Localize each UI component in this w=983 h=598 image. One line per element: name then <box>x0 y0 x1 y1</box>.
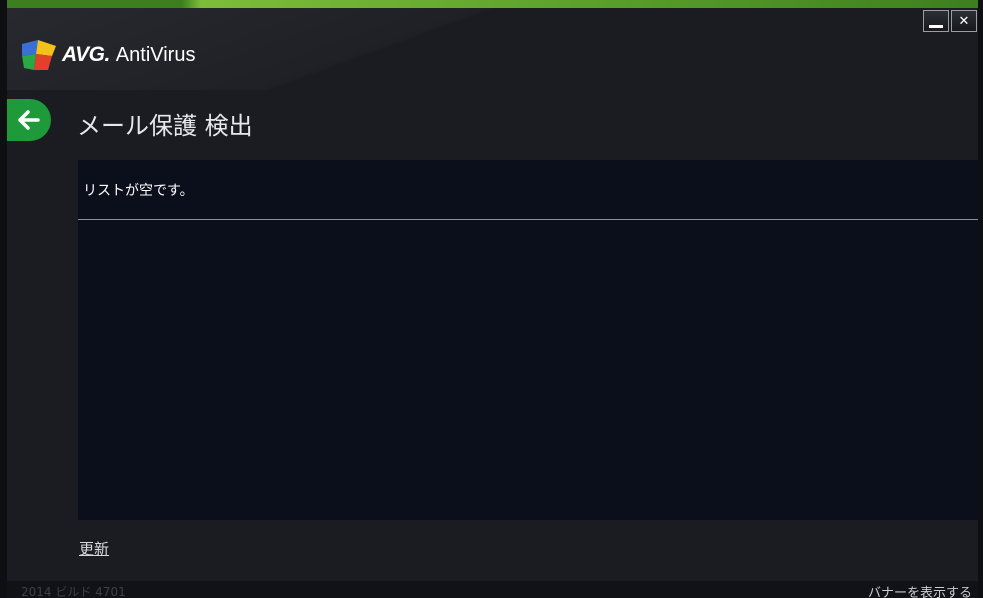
app-logo: AVG. AntiVirus <box>22 40 195 70</box>
product-name: AntiVirus <box>115 43 196 66</box>
build-info: 2014 ビルド 4701 <box>21 585 126 598</box>
back-button[interactable] <box>7 99 51 141</box>
list-empty-row: リストが空です。 <box>78 160 978 220</box>
close-icon: ✕ <box>958 13 970 29</box>
show-banner-link[interactable]: バナーを表示する <box>868 582 972 598</box>
empty-list-message: リストが空です。 <box>83 182 194 199</box>
arrow-left-icon <box>18 110 40 130</box>
page-title: メール保護 検出 <box>77 112 253 140</box>
top-accent-bar <box>7 0 978 8</box>
app-window: AVG. AntiVirus ✕ メール保護 検出 リストが空です。 更新 20… <box>0 0 983 598</box>
window-right-border <box>978 0 983 598</box>
detections-list: リストが空です。 <box>78 160 978 520</box>
minimize-button[interactable] <box>923 10 949 32</box>
window-left-border <box>0 0 7 598</box>
minimize-icon <box>929 24 943 28</box>
close-button[interactable]: ✕ <box>951 10 977 32</box>
refresh-link[interactable]: 更新 <box>79 538 109 559</box>
brand-name: AVG. <box>62 43 110 66</box>
avg-logo-icon <box>22 40 56 70</box>
footer-bar: 2014 ビルド 4701 バナーを表示する <box>7 581 978 598</box>
window-controls: ✕ <box>923 10 977 32</box>
